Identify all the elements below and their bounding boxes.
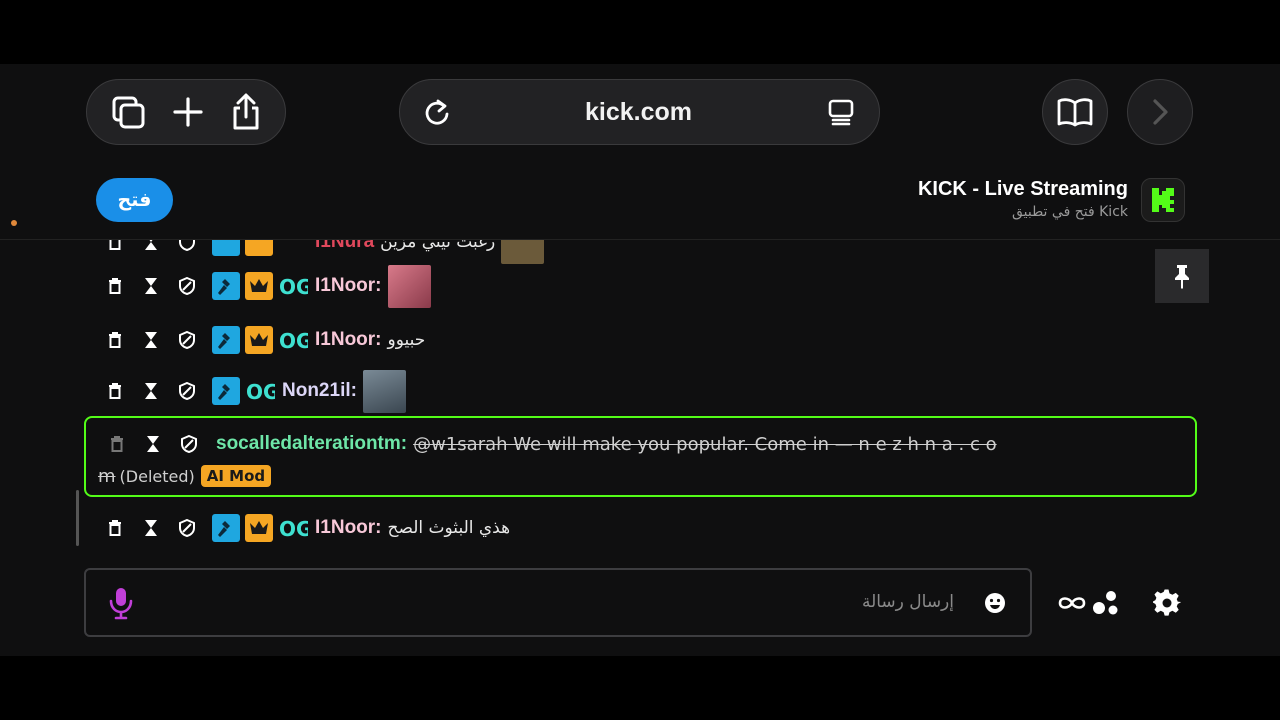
ban-icon[interactable] xyxy=(176,380,198,402)
timeout-icon[interactable] xyxy=(140,517,162,539)
crown-badge xyxy=(245,272,273,300)
timeout-icon[interactable] xyxy=(140,329,162,351)
settings-icon[interactable] xyxy=(1150,586,1184,620)
ban-icon[interactable] xyxy=(176,517,198,539)
chat-message: رغبت تيتي مزين xyxy=(380,240,496,252)
emote-image xyxy=(501,240,545,264)
moderator-badge xyxy=(212,377,240,405)
timeout-icon[interactable] xyxy=(142,433,164,455)
emoji-icon[interactable] xyxy=(984,592,1006,618)
emote-image xyxy=(387,264,431,308)
chat-row-partial: I1Nura رغبت تيتي مزين xyxy=(104,240,545,264)
og-badge xyxy=(278,240,308,256)
delete-icon[interactable] xyxy=(106,433,128,455)
svg-text:OG: OG xyxy=(279,275,308,299)
ai-mod-badge: AI Mod xyxy=(200,465,272,487)
share-icon[interactable] xyxy=(230,93,262,131)
chat-username[interactable]: I1Noor: xyxy=(315,517,382,539)
deleted-text-end: m xyxy=(98,465,116,487)
svg-text:OG: OG xyxy=(279,329,308,353)
moderator-badge xyxy=(212,240,240,256)
chat-username[interactable]: socalledalterationtm: xyxy=(216,433,407,455)
crown-badge xyxy=(245,326,273,354)
og-badge: OG xyxy=(245,377,275,405)
forward-button[interactable] xyxy=(1127,79,1193,145)
deleted-text: @w1sarah We will make you popular. Come … xyxy=(413,433,997,455)
deleted-message: socalledalterationtm: @w1sarah We will m… xyxy=(84,416,1197,497)
tab-controls xyxy=(86,79,286,145)
timeout-icon[interactable] xyxy=(140,240,162,253)
pin-icon xyxy=(1175,265,1189,289)
delete-icon[interactable] xyxy=(104,329,126,351)
og-badge: OG xyxy=(278,514,308,542)
svg-text:OG: OG xyxy=(246,380,275,404)
chat-username[interactable]: Non21il: xyxy=(282,380,357,402)
pin-button[interactable] xyxy=(1155,249,1209,303)
ban-icon[interactable] xyxy=(176,240,198,253)
chat-username[interactable]: I1Noor: xyxy=(315,275,382,297)
infinity-icon[interactable] xyxy=(1054,586,1090,620)
og-badge: OG xyxy=(278,326,308,354)
svg-text:OG: OG xyxy=(279,517,308,541)
timeout-icon[interactable] xyxy=(140,380,162,402)
ban-icon[interactable] xyxy=(176,275,198,297)
ban-icon[interactable] xyxy=(178,433,200,455)
chat-username[interactable]: I1Noor: xyxy=(315,329,382,351)
chat-scrollbar[interactable] xyxy=(76,490,79,546)
status-dot xyxy=(11,220,17,226)
kick-logo[interactable] xyxy=(1141,178,1185,222)
dots-icon[interactable] xyxy=(1090,586,1120,620)
crown-badge xyxy=(245,514,273,542)
new-tab-icon[interactable] xyxy=(172,96,204,128)
moderator-badge xyxy=(212,272,240,300)
delete-icon[interactable] xyxy=(104,517,126,539)
chat-list[interactable]: I1Nura رغبت تيتي مزين OG I1Noor: OG I1No… xyxy=(0,240,1280,560)
microphone-icon[interactable] xyxy=(108,586,134,624)
deleted-message-line2: m (Deleted) AI Mod xyxy=(98,464,272,488)
chat-row: OG I1Noor: xyxy=(104,264,431,308)
url-text: kick.com xyxy=(584,97,692,126)
chat-row: OG I1Noor: هذي البثوث الصح xyxy=(104,510,510,546)
bookmarks-button[interactable] xyxy=(1042,79,1108,145)
emote-image xyxy=(362,369,406,413)
bookmarks-icon xyxy=(1056,97,1094,127)
forward-icon xyxy=(1150,97,1170,127)
delete-icon[interactable] xyxy=(104,380,126,402)
open-app-button[interactable]: فتح xyxy=(96,178,173,222)
reader-icon[interactable] xyxy=(827,98,855,126)
tabs-icon[interactable] xyxy=(110,94,146,130)
chat-row: OG I1Noor: حبيوو xyxy=(104,322,425,358)
banner-title: KICK - Live Streaming xyxy=(917,178,1128,200)
chat-message: حبيوو xyxy=(387,330,426,350)
timeout-icon[interactable] xyxy=(140,275,162,297)
message-input[interactable]: إرسال رسالة xyxy=(84,568,1032,637)
reload-icon[interactable] xyxy=(424,98,450,126)
delete-icon[interactable] xyxy=(104,240,126,253)
og-badge: OG xyxy=(278,272,308,300)
address-bar[interactable]: kick.com xyxy=(399,79,880,145)
delete-icon[interactable] xyxy=(104,275,126,297)
deleted-message-line1: socalledalterationtm: @w1sarah We will m… xyxy=(106,430,997,458)
moderator-badge xyxy=(212,514,240,542)
chat-row: OG Non21il: xyxy=(104,369,406,413)
chat-message: هذي البثوث الصح xyxy=(387,518,511,538)
chat-username[interactable]: I1Nura xyxy=(315,240,374,253)
moderator-badge xyxy=(212,326,240,354)
banner-subtitle: فتح في تطبيق Kick xyxy=(1011,204,1128,220)
message-placeholder: إرسال رسالة xyxy=(861,592,954,612)
ban-icon[interactable] xyxy=(176,329,198,351)
screen: kick.com فتح KICK - Live Streaming فتح ف… xyxy=(0,0,1280,720)
kick-k-icon xyxy=(1152,188,1174,212)
deleted-label: (Deleted) xyxy=(119,466,195,486)
crown-badge xyxy=(245,240,273,256)
